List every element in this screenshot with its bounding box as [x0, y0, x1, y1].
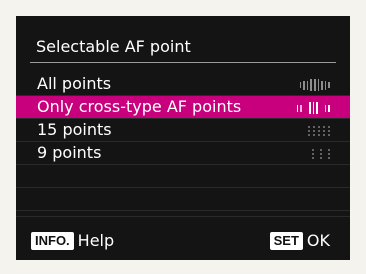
- help-label: Help: [77, 231, 115, 250]
- set-ok-button[interactable]: SET OK: [269, 230, 330, 252]
- empty-row: [16, 165, 350, 188]
- ok-label: OK: [306, 231, 330, 250]
- menu-title: Selectable AF point: [36, 37, 191, 56]
- fifteen-points-pattern-icon: [308, 125, 330, 137]
- option-label: 15 points: [37, 120, 112, 139]
- info-help-button[interactable]: INFO. Help: [31, 230, 114, 252]
- empty-row: [16, 188, 350, 211]
- option-label: All points: [37, 74, 112, 93]
- option-label: Only cross-type AF points: [37, 97, 242, 116]
- option-all-points[interactable]: All points: [16, 73, 350, 96]
- nine-points-pattern-icon: [312, 148, 330, 160]
- set-button-badge: SET: [269, 232, 303, 250]
- camera-menu-screen: Selectable AF point All points Only cros…: [16, 16, 350, 260]
- cross-type-pattern-icon: [296, 102, 330, 114]
- option-list: All points Only cross-type AF points 15 …: [16, 73, 350, 211]
- option-9-points[interactable]: 9 points: [16, 142, 350, 165]
- title-divider: [30, 62, 336, 63]
- footer-divider: [16, 216, 350, 217]
- all-points-pattern-icon: [299, 79, 330, 91]
- option-cross-type-af-points[interactable]: Only cross-type AF points: [16, 96, 350, 119]
- option-15-points[interactable]: 15 points: [16, 119, 350, 142]
- info-button-badge: INFO.: [31, 232, 74, 250]
- option-label: 9 points: [37, 143, 102, 162]
- camera-menu-frame: Selectable AF point All points Only cros…: [0, 0, 366, 274]
